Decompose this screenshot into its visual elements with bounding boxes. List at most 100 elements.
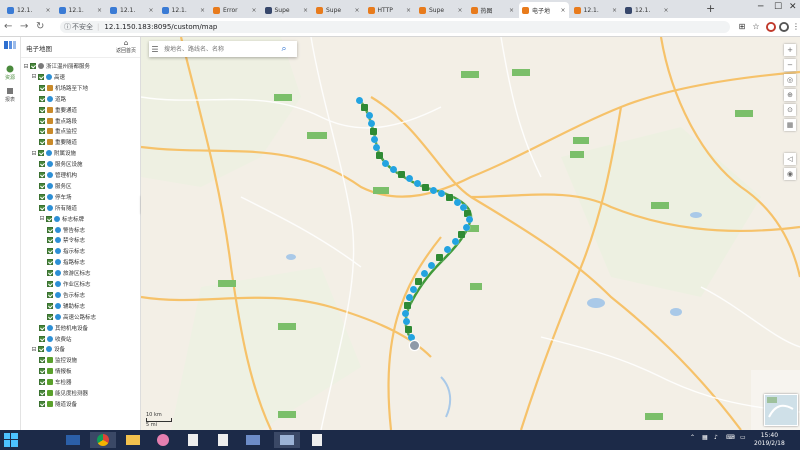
- browser-tab[interactable]: Supe ×: [313, 2, 363, 18]
- tab-close-icon[interactable]: ×: [45, 7, 50, 14]
- tree-checkbox[interactable]: [39, 106, 45, 113]
- taskbar-app-terminal[interactable]: [60, 432, 86, 448]
- tab-close-icon[interactable]: ×: [354, 7, 359, 14]
- taskbar-app-window[interactable]: [274, 432, 300, 448]
- tree-node[interactable]: 道路: [39, 94, 66, 104]
- map-device-marker[interactable]: [406, 175, 413, 182]
- map-tool-button[interactable]: ⊙: [784, 104, 796, 116]
- map-device-marker[interactable]: [376, 152, 383, 159]
- map-device-marker[interactable]: [382, 160, 389, 167]
- map-device-marker[interactable]: [421, 270, 428, 277]
- tree-node[interactable]: 管理机构: [39, 170, 77, 180]
- tree-checkbox[interactable]: [47, 291, 53, 298]
- map-device-marker[interactable]: [390, 166, 397, 173]
- tree-checkbox[interactable]: [38, 346, 44, 353]
- map-tool-button[interactable]: ◉: [784, 168, 796, 180]
- browser-tab[interactable]: 热图 ×: [468, 2, 518, 18]
- tree-node[interactable]: 禁令标志: [47, 235, 85, 245]
- tree-node[interactable]: ⊟ 设备: [31, 344, 65, 354]
- tree-expander-icon[interactable]: ⊟: [39, 215, 45, 222]
- tree-checkbox[interactable]: [39, 139, 45, 146]
- taskbar-app-java-2[interactable]: [210, 432, 236, 448]
- browser-tab[interactable]: HTTP ×: [365, 2, 415, 18]
- map-device-marker[interactable]: [361, 104, 368, 111]
- map-device-marker[interactable]: [436, 254, 443, 261]
- browser-tab[interactable]: 12.1. ×: [622, 2, 672, 18]
- map-device-marker[interactable]: [414, 180, 421, 187]
- menu-icon[interactable]: ☰: [149, 45, 161, 54]
- tree-node[interactable]: 监控设施: [39, 355, 77, 365]
- map-device-marker[interactable]: [463, 224, 470, 231]
- taskbar-clock[interactable]: 15:40 2019/2/18: [754, 432, 785, 448]
- tray-up-icon[interactable]: ⌃: [690, 434, 695, 441]
- back-home-button[interactable]: ⌂ 返回首页: [113, 39, 139, 54]
- browser-tab[interactable]: Supe ×: [262, 2, 312, 18]
- map-tool-button[interactable]: ◎: [784, 74, 796, 86]
- tree-node[interactable]: 警告标志: [47, 225, 85, 235]
- map-tool-button[interactable]: +: [784, 44, 796, 56]
- browser-tab[interactable]: 12.1. ×: [159, 2, 209, 18]
- tree-node[interactable]: 能见度检测器: [39, 388, 88, 398]
- tree-node[interactable]: 服务区设施: [39, 159, 83, 169]
- tree-expander-icon[interactable]: ⊟: [31, 150, 37, 157]
- tree-checkbox[interactable]: [39, 84, 45, 91]
- map-device-marker[interactable]: [366, 112, 373, 119]
- tree-node[interactable]: ⊟ 高速: [31, 72, 65, 82]
- tree-node[interactable]: 高速公路标志: [47, 312, 96, 322]
- close-window-icon[interactable]: ✕: [789, 2, 797, 12]
- tree-node[interactable]: 隧道设备: [39, 399, 77, 409]
- back-icon[interactable]: ←: [4, 21, 12, 33]
- tree-expander-icon[interactable]: ⊟: [23, 63, 29, 70]
- address-bar[interactable]: ⓘ 不安全 | 12.1.150.183:8095/custom/map: [60, 21, 730, 33]
- tree-checkbox[interactable]: [39, 95, 45, 102]
- tree-checkbox[interactable]: [47, 237, 53, 244]
- tree-checkbox[interactable]: [39, 182, 45, 189]
- tree-node[interactable]: 情报板: [39, 366, 72, 376]
- tree-expander-icon[interactable]: ⊟: [31, 346, 37, 353]
- tree-checkbox[interactable]: [47, 248, 53, 255]
- tree-node[interactable]: 作业区标志: [47, 279, 91, 289]
- tree-checkbox[interactable]: [47, 313, 53, 320]
- tree-checkbox[interactable]: [47, 259, 53, 266]
- map-canvas[interactable]: [141, 37, 800, 430]
- map-device-marker[interactable]: [444, 246, 451, 253]
- browser-tab[interactable]: 12.1. ×: [4, 2, 54, 18]
- tree-node[interactable]: 重点监控: [39, 126, 77, 136]
- map-device-marker[interactable]: [422, 184, 429, 191]
- extension-icon[interactable]: ●: [766, 22, 776, 32]
- windows-start-icon[interactable]: [4, 433, 18, 447]
- browser-menu-icon[interactable]: ⋮: [791, 22, 800, 32]
- location-pin-icon[interactable]: [409, 340, 420, 351]
- browser-tab[interactable]: 12.1. ×: [571, 2, 621, 18]
- map-device-marker[interactable]: [410, 286, 417, 293]
- tray-keyboard-icon[interactable]: ▭: [740, 434, 746, 441]
- tree-checkbox[interactable]: [47, 226, 53, 233]
- map-device-marker[interactable]: [356, 97, 363, 104]
- reload-icon[interactable]: ↻: [36, 21, 44, 33]
- taskbar-app-paint[interactable]: [150, 432, 176, 448]
- tree-node[interactable]: ⊟ 附属设施: [31, 148, 76, 158]
- map-tool-button[interactable]: ◁: [784, 153, 796, 165]
- tab-close-icon[interactable]: ×: [148, 7, 153, 14]
- map-tool-button[interactable]: ▦: [784, 119, 796, 131]
- tree-node[interactable]: 所有隧道: [39, 203, 77, 213]
- tray-input-icon[interactable]: ⌨: [726, 434, 735, 441]
- tab-close-icon[interactable]: ×: [251, 7, 256, 14]
- tree-checkbox[interactable]: [47, 302, 53, 309]
- tree-checkbox[interactable]: [39, 204, 45, 211]
- map-device-marker[interactable]: [406, 294, 413, 301]
- browser-tab[interactable]: Error ×: [210, 2, 260, 18]
- tree-checkbox[interactable]: [39, 324, 45, 331]
- bookmark-star-icon[interactable]: ☆: [751, 22, 761, 32]
- map-device-marker[interactable]: [428, 262, 435, 269]
- tab-close-icon[interactable]: ×: [560, 7, 565, 14]
- tree-checkbox[interactable]: [39, 390, 45, 396]
- tree-checkbox[interactable]: [39, 357, 45, 364]
- tree-checkbox[interactable]: [39, 117, 45, 124]
- tree-node[interactable]: 重要隧道: [39, 137, 77, 147]
- tree-node[interactable]: 旅游区标志: [47, 268, 91, 278]
- tree-node[interactable]: 其他机电设备: [39, 323, 88, 333]
- forward-icon[interactable]: →: [20, 21, 28, 33]
- tree-checkbox[interactable]: [39, 172, 45, 178]
- tree-node[interactable]: 指路标志: [47, 257, 85, 267]
